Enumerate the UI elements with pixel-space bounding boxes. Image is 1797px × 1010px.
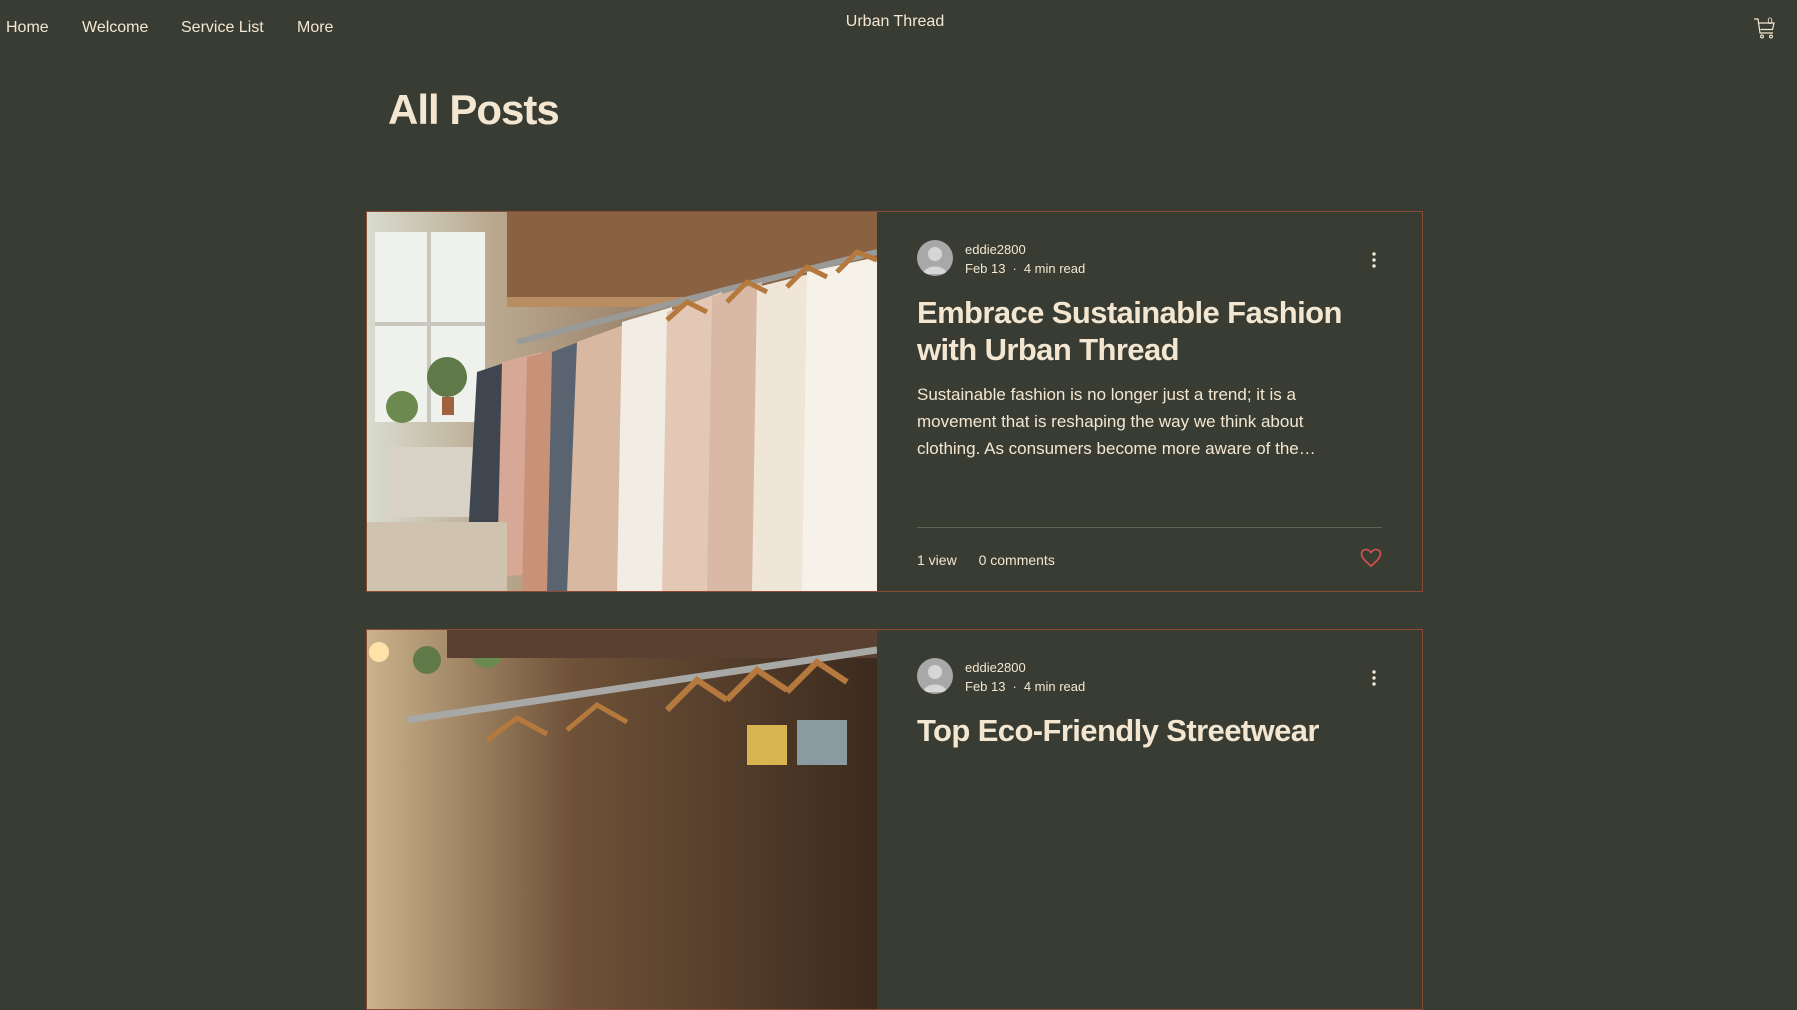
- post-cover-image[interactable]: [367, 630, 877, 1009]
- post-date: Feb 13: [965, 261, 1006, 276]
- site-title[interactable]: Urban Thread: [0, 13, 1790, 31]
- post-read-time: 4 min read: [1023, 679, 1086, 694]
- post-stats: 1 view 0 comments: [917, 552, 1073, 568]
- post-date: Feb 13: [965, 679, 1006, 694]
- cart-button[interactable]: 0: [1752, 14, 1778, 40]
- heart-icon: [1360, 548, 1382, 568]
- post-card-body: eddie2800 Feb 13 · 4 min read Embrace Sust…: [917, 212, 1382, 591]
- top-navigation: Home Welcome Service List More Urban Thr…: [0, 0, 1797, 56]
- cart-count: 0: [1767, 16, 1773, 26]
- post-card[interactable]: eddie2800 Feb 13 · 4 min read Embrace Sust…: [366, 211, 1423, 592]
- post-title[interactable]: Top Eco-Friendly Streetwear: [917, 712, 1382, 749]
- post-comments[interactable]: 0 comments: [979, 552, 1055, 568]
- post-excerpt: Sustainable fashion is no longer just a …: [917, 385, 1316, 458]
- author-avatar[interactable]: [917, 240, 953, 276]
- post-author[interactable]: eddie2800: [965, 242, 1026, 257]
- avatar-icon: [923, 665, 947, 692]
- post-author[interactable]: eddie2800: [965, 660, 1026, 675]
- meta-separator: ·: [1012, 261, 1017, 276]
- post-card[interactable]: eddie2800 Feb 13 · 4 min read Top Eco-Frie…: [366, 629, 1423, 1010]
- more-options-icon: [1372, 670, 1376, 686]
- post-title[interactable]: Embrace Sustainable Fashion with Urban T…: [917, 294, 1382, 368]
- post-meta: Feb 13 · 4 min read: [965, 679, 1085, 694]
- post-card-body: eddie2800 Feb 13 · 4 min read Top Eco-Frie…: [917, 630, 1382, 1009]
- avatar-icon: [923, 247, 947, 274]
- more-options-button[interactable]: [1366, 250, 1382, 270]
- more-options-button[interactable]: [1366, 668, 1382, 688]
- post-cover-image[interactable]: [367, 212, 877, 591]
- post-meta: Feb 13 · 4 min read: [965, 261, 1085, 276]
- like-button[interactable]: [1360, 548, 1382, 568]
- post-read-time: 4 min read: [1023, 261, 1086, 276]
- more-options-icon: [1372, 252, 1376, 268]
- divider: [917, 527, 1382, 528]
- author-avatar[interactable]: [917, 658, 953, 694]
- page-title: All Posts: [388, 86, 560, 133]
- post-views: 1 view: [917, 552, 957, 568]
- meta-separator: ·: [1012, 679, 1017, 694]
